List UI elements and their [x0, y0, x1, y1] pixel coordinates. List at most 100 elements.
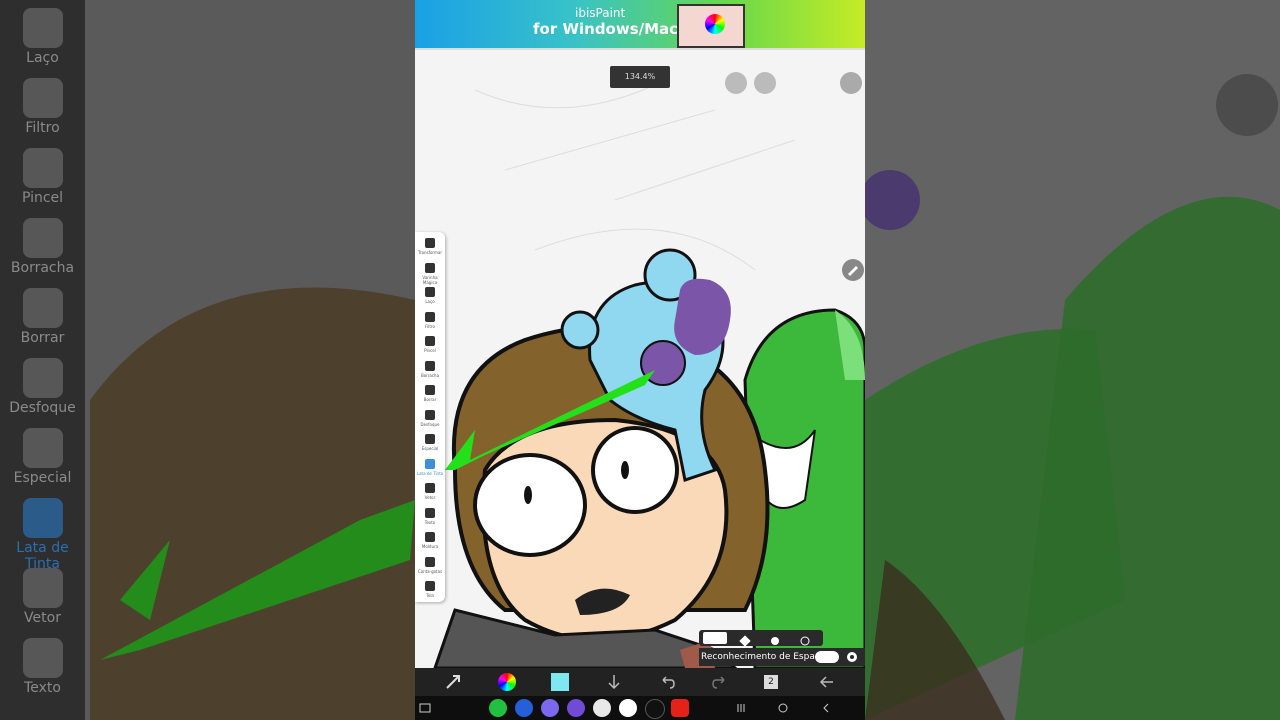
- transform-tool-icon[interactable]: [443, 672, 463, 692]
- tool-brush[interactable]: Pincel: [415, 334, 445, 353]
- tool-label: Conta-gotas: [417, 568, 443, 574]
- background-tool-label: Desfoque: [9, 400, 76, 416]
- system-navigation-bar: [415, 696, 865, 720]
- redo-icon[interactable]: [710, 672, 730, 692]
- settings-gear-icon[interactable]: [845, 650, 859, 664]
- keyboard-icon[interactable]: [419, 702, 431, 714]
- current-color-swatch[interactable]: [551, 673, 569, 691]
- tool-canvas[interactable]: Tela: [415, 579, 445, 598]
- blur-icon: [22, 358, 63, 398]
- messages-app-icon[interactable]: [515, 699, 533, 717]
- ad-banner[interactable]: ibisPaint for Windows/Mac: [415, 0, 865, 50]
- move-icon: [425, 238, 435, 248]
- tool-lasso[interactable]: Laço: [415, 285, 445, 304]
- tool-move[interactable]: Transformar: [415, 236, 445, 255]
- ad-brand: ibisPaint: [575, 6, 626, 20]
- background-tool-label: Vetor: [24, 610, 61, 626]
- eraser-icon: [22, 218, 63, 258]
- background-tool-smudge-icon: Borrar: [0, 288, 85, 346]
- magic-wand-icon: [425, 262, 435, 273]
- back-arrow-icon[interactable]: [817, 672, 837, 692]
- artwork: [433, 79, 865, 668]
- background-tool-text-icon: Texto: [0, 638, 85, 696]
- tool-label: Varinha Mágica: [422, 274, 438, 285]
- phone-app-icon[interactable]: [489, 699, 507, 717]
- color-wheel-icon[interactable]: [498, 673, 516, 691]
- reference-window-button[interactable]: [725, 72, 747, 94]
- download-arrow-icon[interactable]: [604, 672, 624, 692]
- lasso-icon: [22, 8, 63, 48]
- tool-label: Tela: [426, 593, 434, 598]
- frame-icon: [425, 532, 435, 542]
- background-tool-special-wand-icon: Especial: [0, 428, 85, 486]
- ad-tagline: for Windows/Mac: [533, 20, 679, 38]
- space-recognition-toggle[interactable]: [815, 651, 839, 663]
- background-tool-label: Filtro: [25, 120, 60, 136]
- background-blur-right: [865, 0, 1280, 720]
- fill-mode-icon[interactable]: [703, 632, 727, 644]
- blur-icon: [425, 409, 435, 420]
- brush-icon: [22, 148, 63, 188]
- special-wand-icon: [22, 428, 63, 468]
- browser-app-icon[interactable]: [567, 699, 585, 717]
- undo-icon[interactable]: [657, 672, 677, 692]
- tool-fx[interactable]: Filtro: [415, 310, 445, 329]
- record-button[interactable]: [754, 72, 776, 94]
- tool-label: Pincel: [424, 348, 436, 353]
- brush-icon: [425, 336, 435, 346]
- background-tool-fx-icon: Filtro: [0, 78, 85, 136]
- gap-mode-icon[interactable]: [763, 632, 787, 645]
- lasso-icon: [425, 287, 435, 297]
- tool-frame[interactable]: Moldura: [415, 530, 445, 549]
- home-icon[interactable]: [777, 702, 789, 714]
- tool-blur[interactable]: Desfoque: [415, 408, 445, 427]
- text-icon: [425, 507, 435, 518]
- tool-label: Filtro: [425, 323, 435, 329]
- tool-magic-wand[interactable]: Varinha Mágica: [415, 261, 445, 285]
- ad-thumbnail-image: [677, 4, 745, 48]
- eraser-mode-icon[interactable]: [733, 632, 757, 647]
- color-wheel-icon: [705, 14, 725, 34]
- layers-icon[interactable]: 2: [764, 675, 778, 689]
- edit-pencil-button[interactable]: [842, 259, 864, 281]
- fx-icon: [22, 78, 63, 118]
- tool-label: Desfoque: [420, 421, 440, 427]
- youtube-icon[interactable]: [671, 699, 689, 717]
- background-tool-label: Laço: [26, 50, 59, 66]
- background-tool-eraser-icon: Borracha: [0, 218, 85, 276]
- play-store-icon[interactable]: [619, 699, 637, 717]
- drawing-canvas[interactable]: 134.4% Transformar Varinha Mágica Laço Filt…: [415, 50, 865, 668]
- tool-label: Vetor: [424, 495, 436, 500]
- apps-grid-icon[interactable]: [541, 699, 559, 717]
- background-tool-brush-icon: Pincel: [0, 148, 85, 206]
- paint-bucket-icon: [425, 458, 435, 469]
- camera-app-icon[interactable]: [593, 699, 611, 717]
- tool-label: Texto: [424, 519, 436, 525]
- background-tool-label: Pincel: [21, 190, 64, 206]
- tool-eyedropper[interactable]: Conta-gotas: [415, 555, 445, 574]
- background-tool-lasso-icon: Laço: [0, 8, 85, 66]
- tiktok-icon[interactable]: [645, 699, 665, 719]
- tool-panel: Transformar Varinha Mágica Laço Filtro Pince…: [415, 232, 445, 602]
- special-wand-icon: [425, 434, 435, 444]
- eyedropper-icon: [425, 556, 435, 567]
- fill-mode-bar: [699, 630, 823, 647]
- tool-label: Moldura: [421, 544, 439, 549]
- tool-text[interactable]: Texto: [415, 506, 445, 525]
- tool-label: Especial: [421, 446, 439, 451]
- gallery-button[interactable]: [840, 72, 862, 94]
- tool-label: Transformar: [418, 250, 442, 255]
- tool-label: Laço: [425, 299, 435, 304]
- tool-smudge[interactable]: Borrar: [415, 383, 445, 402]
- background-edit-button: [1216, 74, 1278, 136]
- tool-special-wand[interactable]: Especial: [415, 432, 445, 451]
- spread-mode-icon[interactable]: [793, 632, 817, 646]
- tool-label: Lata de Tinta: [416, 470, 444, 476]
- back-icon[interactable]: [820, 702, 832, 714]
- tool-eraser[interactable]: Borracha: [415, 359, 445, 378]
- eraser-icon: [425, 360, 435, 371]
- tool-paint-bucket[interactable]: Lata de Tinta: [415, 457, 445, 476]
- background-tool-vector-cursor-icon: Vetor: [0, 568, 85, 626]
- recents-icon[interactable]: [735, 702, 747, 714]
- tool-vector-cursor[interactable]: Vetor: [415, 481, 445, 500]
